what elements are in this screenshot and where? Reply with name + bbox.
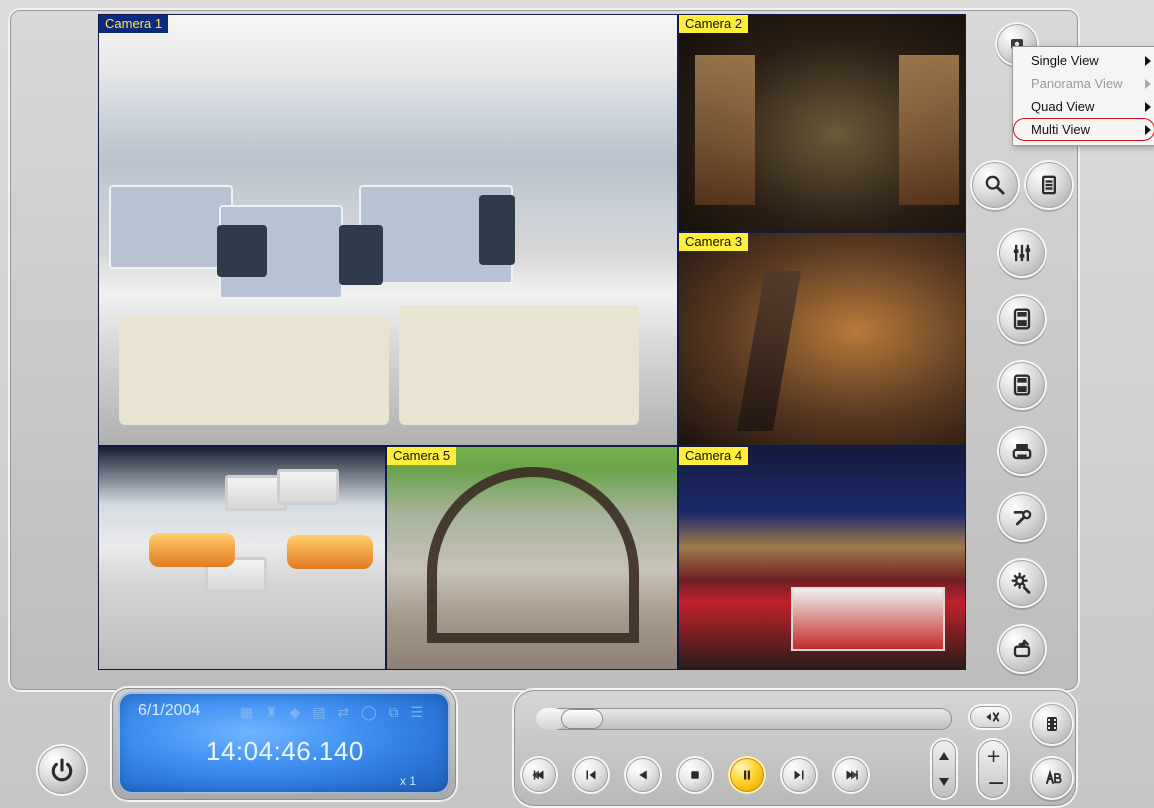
- menu-item-multi-view[interactable]: Multi View: [1013, 118, 1154, 141]
- time-readout: 14:04:46.140: [206, 736, 364, 766]
- next-frame-button[interactable]: [780, 756, 818, 794]
- print-icon: [1012, 444, 1032, 460]
- submenu-arrow-icon: [1145, 79, 1151, 89]
- save-bmp-icon: [1013, 374, 1031, 396]
- skip-to-end-button[interactable]: [832, 756, 870, 794]
- film-button[interactable]: [1030, 702, 1074, 746]
- seek-bar[interactable]: [536, 708, 952, 730]
- previous-frame-icon: [586, 770, 596, 780]
- escalator: [736, 271, 802, 431]
- menu-item-label: Single View: [1031, 53, 1099, 68]
- settings-icon: [1011, 572, 1031, 594]
- storefront: [695, 55, 755, 205]
- student-chair: [149, 533, 235, 567]
- seek-thumb[interactable]: [562, 710, 602, 728]
- menu-item-label: Quad View: [1031, 99, 1095, 114]
- skip-to-start-icon: [532, 770, 544, 780]
- zoom-control[interactable]: + −: [976, 738, 1010, 800]
- mixer-button[interactable]: [997, 228, 1047, 278]
- camera-label-1: Camera 1: [99, 15, 169, 33]
- save-avi-icon: [1013, 308, 1031, 330]
- power-icon: [51, 758, 73, 782]
- revolving-door: [427, 467, 639, 643]
- tools-button[interactable]: [997, 492, 1047, 542]
- status-display: 6/1/2004 ▦ ♜ ◆ ▤ ⇄ ◯ ⧉ ☰ ⌂ 14:04:46.140 …: [118, 692, 450, 794]
- app-window: Camera 1 Camera 2 Camera 3 Camera 4 Came…: [0, 0, 1154, 808]
- previous-frame-button[interactable]: [572, 756, 610, 794]
- camera-tile-6[interactable]: [98, 446, 386, 670]
- document-button[interactable]: [1024, 160, 1074, 210]
- office-desk: [119, 315, 389, 425]
- ab-icon: [1046, 769, 1062, 784]
- video-grid: Camera 1 Camera 2 Camera 3 Camera 4 Came…: [98, 14, 966, 670]
- stop-button[interactable]: [676, 756, 714, 794]
- camera-label-3: Camera 3: [679, 233, 749, 251]
- settings-button[interactable]: [997, 558, 1047, 608]
- person-silhouette: [217, 225, 267, 277]
- office-chair: [339, 225, 383, 285]
- power-button[interactable]: [36, 744, 88, 796]
- film-icon: [1047, 717, 1057, 731]
- stop-icon: [691, 771, 699, 779]
- rewind-icon: [639, 770, 647, 780]
- storefront: [899, 55, 959, 205]
- zoom-out-icon[interactable]: −: [987, 771, 1005, 796]
- mute-icon: [982, 712, 1000, 722]
- camera-tile-1[interactable]: Camera 1: [98, 14, 678, 446]
- print-button[interactable]: [997, 426, 1047, 476]
- student-chair: [287, 535, 373, 569]
- menu-item-panorama-view: Panorama View: [1013, 72, 1154, 95]
- camera-tile-3[interactable]: Camera 3: [678, 232, 966, 446]
- search-button[interactable]: [970, 160, 1020, 210]
- submenu-arrow-icon: [1145, 125, 1151, 135]
- rewind-button[interactable]: [624, 756, 662, 794]
- camera-label-5: Camera 5: [387, 447, 457, 465]
- menu-item-label: Multi View: [1031, 122, 1091, 137]
- skip-to-start-button[interactable]: [520, 756, 558, 794]
- speed-stepper[interactable]: [930, 738, 958, 800]
- seek-progress: [536, 708, 565, 730]
- document-icon: [1042, 175, 1056, 195]
- export-icon: [1013, 639, 1031, 658]
- camera-label-2: Camera 2: [679, 15, 749, 33]
- service-counter: [791, 587, 945, 651]
- ab-button[interactable]: [1030, 756, 1074, 800]
- camera-tile-5[interactable]: Camera 5: [386, 446, 678, 670]
- camera-label-4: Camera 4: [679, 447, 749, 465]
- person-silhouette: [479, 195, 515, 265]
- export-button[interactable]: [997, 624, 1047, 674]
- next-frame-icon: [794, 770, 804, 780]
- pause-button[interactable]: [728, 756, 766, 794]
- office-desk: [399, 305, 639, 425]
- view-mode-menu[interactable]: Single View Panorama View Quad View Mult…: [1012, 46, 1154, 146]
- date-readout: 6/1/2004: [138, 702, 201, 719]
- menu-item-quad-view[interactable]: Quad View: [1013, 95, 1154, 118]
- mixer-icon: [1013, 244, 1031, 262]
- save-avi-button[interactable]: [997, 294, 1047, 344]
- skip-to-end-icon: [846, 770, 858, 780]
- submenu-arrow-icon: [1145, 102, 1151, 112]
- status-icons-row: ▦ ♜ ◆ ▤ ⇄ ◯ ⧉ ☰ ⌂: [240, 704, 427, 737]
- menu-item-label: Panorama View: [1031, 76, 1123, 91]
- decrease-speed-arrow-icon[interactable]: [939, 778, 949, 786]
- save-bmp-button[interactable]: [997, 360, 1047, 410]
- speed-readout: x 1: [400, 774, 417, 788]
- search-icon: [985, 175, 1005, 195]
- camera-tile-4[interactable]: Camera 4: [678, 446, 966, 670]
- submenu-arrow-icon: [1145, 56, 1151, 66]
- computer-monitor: [277, 469, 339, 505]
- office-partition: [109, 185, 233, 269]
- camera-tile-2[interactable]: Camera 2: [678, 14, 966, 232]
- mute-button[interactable]: [968, 704, 1012, 730]
- pause-icon: [744, 770, 750, 780]
- zoom-in-icon[interactable]: +: [986, 746, 1001, 767]
- tools-icon: [1013, 509, 1032, 526]
- menu-item-single-view[interactable]: Single View: [1013, 49, 1154, 72]
- increase-speed-arrow-icon[interactable]: [939, 752, 949, 760]
